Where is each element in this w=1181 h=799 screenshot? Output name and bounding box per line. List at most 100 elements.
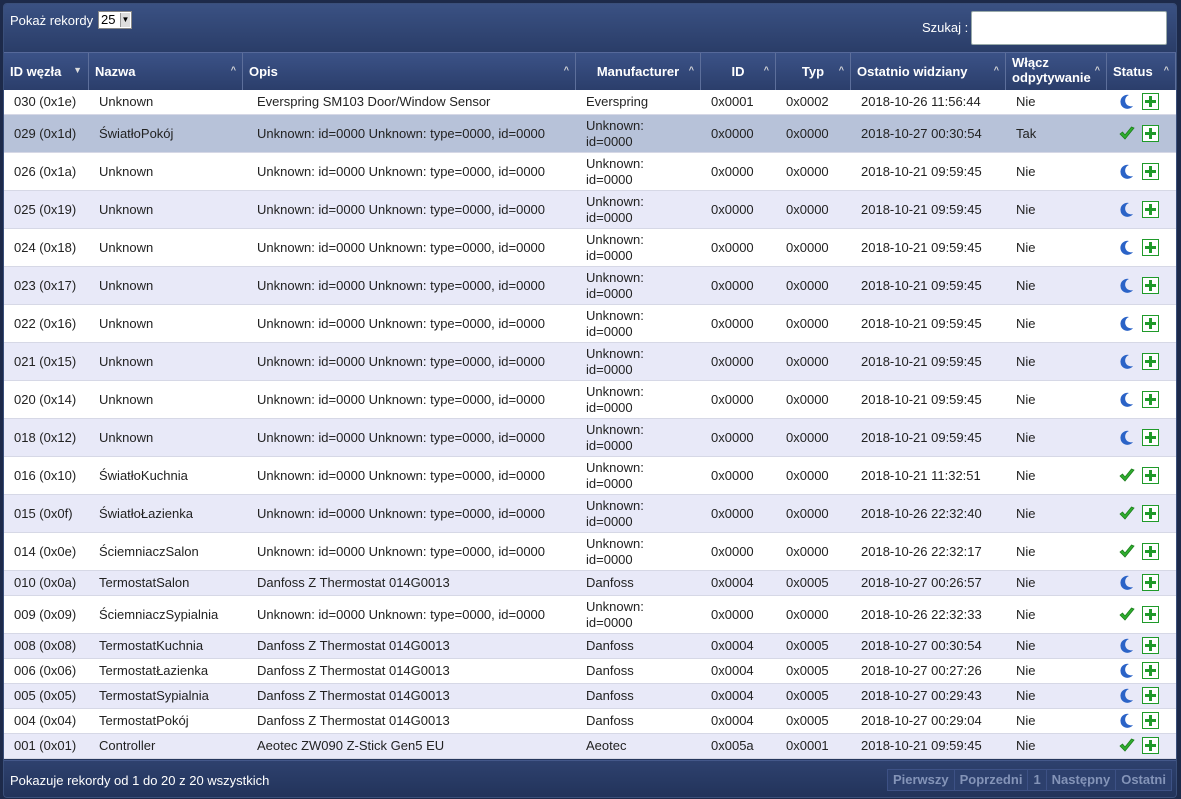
column-header-4[interactable]: ID ^ [701,53,776,90]
column-header-2[interactable]: Opis ^ [243,53,576,90]
add-plus-icon[interactable] [1142,637,1160,655]
column-header-6[interactable]: Ostatnio widziany ^ [851,53,1006,90]
next-page-button[interactable]: Następny [1045,769,1117,791]
cell-id: 0x0004 [711,713,754,728]
page-size-label: Pokaż rekordy [10,13,94,28]
cell-poll: Nie [1016,315,1036,331]
cell-desc: Danfoss Z Thermostat 014G0013 [257,663,450,678]
add-plus-icon[interactable] [1142,390,1160,409]
add-plus-icon[interactable] [1142,466,1160,485]
table-row[interactable]: 030 (0x1e) Unknown Everspring SM103 Door/W… [4,90,1176,115]
table-row[interactable]: 024 (0x18) Unknown Unknown: id=0000 Unknow… [4,229,1176,267]
add-plus-icon[interactable] [1142,687,1160,705]
column-label: Status [1113,64,1153,79]
table-row[interactable]: 018 (0x12) Unknown Unknown: id=0000 Unknow… [4,419,1176,457]
column-header-1[interactable]: Nazwa ^ [89,53,243,90]
add-plus-icon[interactable] [1142,542,1160,561]
cell-mfr: Unknown: id=0000 [586,535,644,567]
add-plus-icon[interactable] [1142,605,1160,624]
cell-seen: 2018-10-27 00:30:54 [861,638,982,653]
cell-mfr: Danfoss [586,713,634,728]
add-plus-icon[interactable] [1142,162,1160,181]
cell-id: 0x0004 [711,688,754,703]
cell-desc: Unknown: id=0000 Unknown: type=0000, id=… [257,277,546,293]
table-row[interactable]: 010 (0x0a) TermostatSalon Danfoss Z Thermo… [4,571,1176,596]
add-plus-icon[interactable] [1142,238,1160,257]
cell-type: 0x0005 [786,663,829,678]
cell-node: 016 (0x10) [14,467,77,483]
cell-poll: Nie [1016,277,1036,293]
cell-node: 001 (0x01) [14,738,77,753]
table-row[interactable]: 005 (0x05) TermostatSypialnia Danfoss Z Th… [4,684,1176,709]
table-row[interactable]: 029 (0x1d) ŚwiatłoPokój Unknown: id=0000 U… [4,115,1176,153]
column-label: Włącz odpytywanie [1012,55,1091,85]
cell-desc: Unknown: id=0000 Unknown: type=0000, id=… [257,543,546,559]
cell-seen: 2018-10-26 22:32:17 [861,543,982,559]
cell-mfr: Unknown: id=0000 [586,383,644,415]
table-row[interactable]: 009 (0x09) ŚciemniaczSypialnia Unknown: id… [4,596,1176,634]
add-plus-icon[interactable] [1142,314,1160,333]
column-header-8[interactable]: Status ^ [1107,53,1176,90]
cell-poll: Nie [1016,738,1036,753]
checkmark-icon [1118,505,1136,523]
column-header-5[interactable]: Typ ^ [776,53,851,90]
add-plus-icon[interactable] [1142,712,1160,730]
sort-asc-icon: ^ [763,65,769,75]
cell-seen: 2018-10-21 09:59:45 [861,239,982,255]
sort-asc-icon: ^ [1094,65,1100,75]
cell-node: 014 (0x0e) [14,543,77,559]
add-plus-icon[interactable] [1142,124,1160,143]
table-row[interactable]: 016 (0x10) ŚwiatłoKuchnia Unknown: id=0000… [4,457,1176,495]
table-row[interactable]: 014 (0x0e) ŚciemniaczSalon Unknown: id=000… [4,533,1176,571]
cell-id: 0x0000 [711,277,754,293]
table-row[interactable]: 023 (0x17) Unknown Unknown: id=0000 Unknow… [4,267,1176,305]
add-plus-icon[interactable] [1142,93,1160,111]
column-header-3[interactable]: Manufacturer ^ [576,53,701,90]
search-input[interactable] [971,11,1167,45]
moon-sleep-icon [1118,574,1136,592]
cell-type: 0x0000 [786,239,829,255]
table-row[interactable]: 015 (0x0f) ŚwiatłoŁazienka Unknown: id=000… [4,495,1176,533]
page-1-button[interactable]: 1 [1027,769,1047,791]
column-header-0[interactable]: ID węzła ▼ [4,53,89,90]
checkmark-icon [1118,125,1136,143]
first-page-button[interactable]: Pierwszy [886,769,955,791]
add-plus-icon[interactable] [1142,504,1160,523]
add-plus-icon[interactable] [1142,428,1160,447]
cell-seen: 2018-10-27 00:29:04 [861,713,982,728]
column-label: Manufacturer [596,64,680,79]
add-plus-icon[interactable] [1142,574,1160,592]
cell-seen: 2018-10-21 09:59:45 [861,738,982,753]
add-plus-icon[interactable] [1142,200,1160,219]
prev-page-button[interactable]: Poprzedni [953,769,1029,791]
table-row[interactable]: 020 (0x14) Unknown Unknown: id=0000 Unknow… [4,381,1176,419]
status-icons [1118,709,1160,733]
table-row[interactable]: 006 (0x06) TermostatŁazienka Danfoss Z The… [4,659,1176,684]
table-footer: Pokazuje rekordy od 1 do 20 z 20 wszystk… [4,760,1176,797]
cell-id: 0x0000 [711,467,754,483]
column-header-7[interactable]: Włącz odpytywanie ^ [1006,53,1107,90]
table-row[interactable]: 022 (0x16) Unknown Unknown: id=0000 Unknow… [4,305,1176,343]
add-plus-icon[interactable] [1142,737,1160,755]
add-plus-icon[interactable] [1142,352,1160,371]
cell-type: 0x0000 [786,125,829,141]
cell-desc: Danfoss Z Thermostat 014G0013 [257,688,450,703]
add-plus-icon[interactable] [1142,662,1160,680]
checkmark-icon [1118,606,1136,624]
cell-seen: 2018-10-21 09:59:45 [861,163,982,179]
table-row[interactable]: 008 (0x08) TermostatKuchnia Danfoss Z Ther… [4,634,1176,659]
table-row[interactable]: 004 (0x04) TermostatPokój Danfoss Z Thermo… [4,709,1176,734]
page-size-select[interactable]: 25 ▼ [98,11,132,29]
last-page-button[interactable]: Ostatni [1115,769,1172,791]
table-row[interactable]: 021 (0x15) Unknown Unknown: id=0000 Unknow… [4,343,1176,381]
cell-mfr: Unknown: id=0000 [586,193,644,225]
table-row[interactable]: 001 (0x01) Controller Aeotec ZW090 Z-Stick… [4,734,1176,759]
cell-desc: Everspring SM103 Door/Window Sensor [257,94,491,109]
chevron-down-icon: ▼ [120,13,130,27]
moon-sleep-icon [1118,93,1136,111]
table-row[interactable]: 026 (0x1a) Unknown Unknown: id=0000 Unknow… [4,153,1176,191]
column-label: Nazwa [95,64,136,79]
cell-poll: Nie [1016,505,1036,521]
add-plus-icon[interactable] [1142,276,1160,295]
table-row[interactable]: 025 (0x19) Unknown Unknown: id=0000 Unknow… [4,191,1176,229]
